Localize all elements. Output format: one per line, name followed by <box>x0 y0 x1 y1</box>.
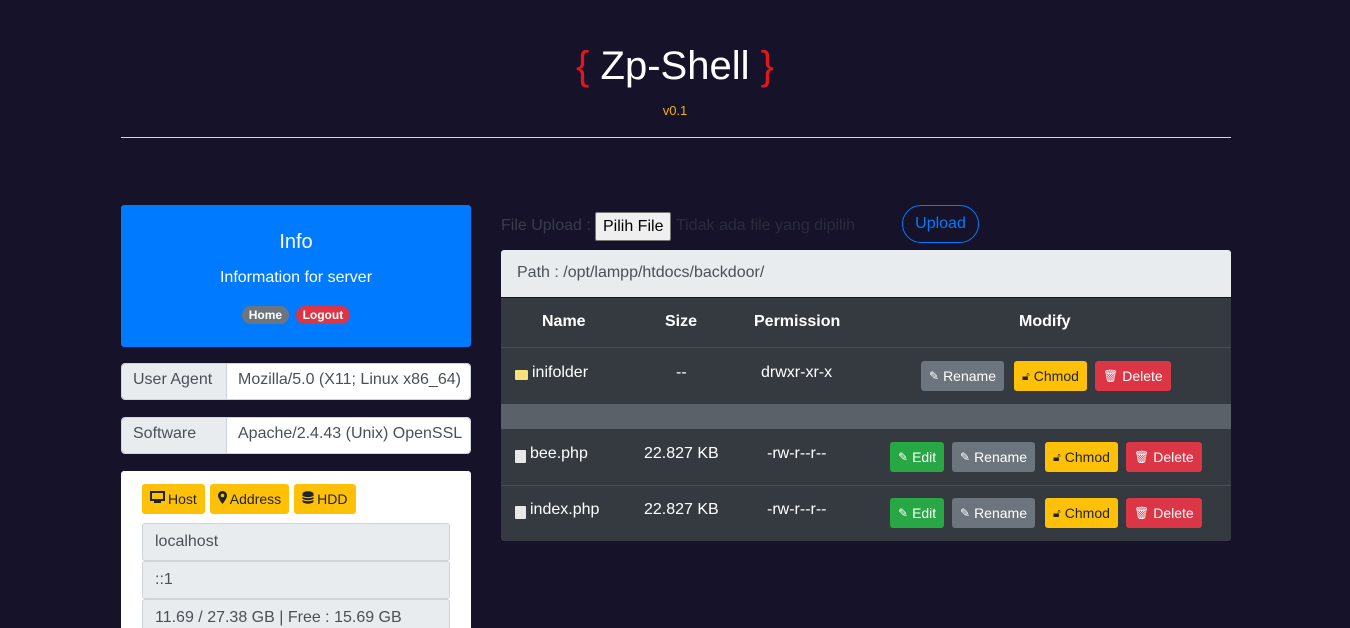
hdd-value: 11.69 / 27.38 GB | Free : 15.69 GB <box>142 599 450 628</box>
trash-icon: 🗑︎ <box>1103 369 1119 383</box>
edit-label: Edit <box>912 505 937 521</box>
address-button[interactable]: Address <box>209 484 290 514</box>
home-badge[interactable]: Home <box>241 306 290 324</box>
monitor-icon <box>150 491 165 507</box>
header-divider-line <box>501 347 1231 348</box>
unlock-icon: 🔓︎ <box>1053 505 1061 520</box>
unlock-icon: 🔓︎ <box>1022 368 1030 383</box>
delete-button[interactable]: 🗑︎ Delete <box>1126 498 1202 528</box>
system-card: Host Address HDD localhost ::1 11.69 / 2… <box>121 471 471 628</box>
table-row-name[interactable]: index.php <box>515 501 599 519</box>
chmod-label: Chmod <box>1064 449 1110 465</box>
user-agent-group: User Agent Mozilla/5.0 (X11; Linux x86_6… <box>121 363 471 400</box>
edit-label: Edit <box>912 449 937 465</box>
title-brace-open: { <box>576 44 590 88</box>
info-card: Info Information for server Home Logout <box>121 205 471 347</box>
software-group: Software Apache/2.4.43 (Unix) OpenSSL <box>121 417 471 454</box>
file-permission: -rw-r--r-- <box>767 501 827 518</box>
file-table: Name Size Permission Modify inifolder --… <box>501 298 1231 541</box>
path-bar: Path : /opt/lampp/htdocs/backdoor/ <box>501 250 1231 297</box>
row-divider-line <box>501 485 1231 486</box>
table-row-name[interactable]: inifolder <box>515 364 588 382</box>
rename-label: Rename <box>974 449 1027 465</box>
no-file-chosen-text: Tidak ada file yang dipilih <box>676 217 856 234</box>
software-label: Software <box>122 418 227 453</box>
file-permission: drwxr-xr-x <box>761 364 833 381</box>
delete-label: Delete <box>1153 449 1194 465</box>
folder-icon <box>515 370 528 380</box>
rename-button[interactable]: ✎ Rename <box>952 498 1035 528</box>
chmod-button[interactable]: 🔓︎ Chmod <box>1045 442 1118 472</box>
choose-file-button[interactable]: Pilih File <box>595 212 672 241</box>
hdd-button-label: HDD <box>317 491 348 507</box>
address-button-label: Address <box>229 491 282 507</box>
info-badges: Home Logout <box>121 306 471 324</box>
trash-icon: 🗑︎ <box>1134 450 1150 464</box>
column-header-permission: Permission <box>754 313 841 330</box>
file-icon <box>515 449 526 463</box>
column-header-size: Size <box>665 313 698 330</box>
file-permission: -rw-r--r-- <box>767 445 827 462</box>
edit-icon: ✎ <box>929 369 940 383</box>
title-text: Zp-Shell <box>600 44 750 88</box>
rename-label: Rename <box>974 505 1027 521</box>
edit-button[interactable]: ✎ Edit <box>890 442 945 472</box>
table-row-name[interactable]: bee.php <box>515 445 588 463</box>
file-size: 22.827 KB <box>644 445 719 462</box>
logout-badge[interactable]: Logout <box>295 306 351 324</box>
edit-icon: ✎ <box>960 506 971 520</box>
delete-button[interactable]: 🗑︎ Delete <box>1126 442 1202 472</box>
file-size: 22.827 KB <box>644 501 719 518</box>
version-label: v0.1 <box>662 103 688 118</box>
file-icon <box>515 505 526 519</box>
chmod-label: Chmod <box>1033 368 1079 384</box>
rename-button[interactable]: ✎ Rename <box>921 361 1004 391</box>
header-divider <box>121 137 1231 138</box>
file-name: inifolder <box>532 364 589 381</box>
pencil-icon: ✎ <box>898 506 909 520</box>
edit-button[interactable]: ✎ Edit <box>890 498 945 528</box>
delete-label: Delete <box>1153 505 1194 521</box>
file-size: -- <box>676 364 687 381</box>
rename-label: Rename <box>943 368 996 384</box>
column-header-name: Name <box>542 313 586 330</box>
upload-button[interactable]: Upload <box>902 205 979 243</box>
map-marker-icon <box>217 491 227 507</box>
column-header-modify: Modify <box>1019 313 1071 330</box>
chmod-button[interactable]: 🔓︎ Chmod <box>1045 498 1118 528</box>
title-brace-close: } <box>760 44 774 88</box>
pencil-icon: ✎ <box>898 450 909 464</box>
chmod-button[interactable]: 🔓︎ Chmod <box>1014 361 1087 391</box>
file-name: index.php <box>530 501 600 518</box>
user-agent-field[interactable]: Mozilla/5.0 (X11; Linux x86_64) <box>227 364 470 399</box>
host-button-label: Host <box>168 491 197 507</box>
chmod-label: Chmod <box>1064 505 1110 521</box>
file-upload-label: File Upload : <box>501 217 591 234</box>
row-separator <box>501 404 1231 429</box>
info-title: Info <box>279 231 313 253</box>
software-field[interactable]: Apache/2.4.43 (Unix) OpenSSL <box>227 418 470 453</box>
host-button[interactable]: Host <box>142 484 205 514</box>
edit-icon: ✎ <box>960 450 971 464</box>
delete-label: Delete <box>1122 368 1163 384</box>
info-subtitle: Information for server <box>219 269 373 286</box>
unlock-icon: 🔓︎ <box>1053 449 1061 464</box>
rename-button[interactable]: ✎ Rename <box>952 442 1035 472</box>
hdd-button[interactable]: HDD <box>294 484 356 514</box>
trash-icon: 🗑︎ <box>1134 506 1150 520</box>
host-value: localhost <box>142 523 450 561</box>
database-icon <box>302 491 314 507</box>
address-value: ::1 <box>142 561 450 599</box>
page-title: { Zp-Shell } <box>0 42 1350 90</box>
user-agent-label: User Agent <box>122 364 227 399</box>
system-buttons: Host Address HDD <box>142 484 356 514</box>
file-name: bee.php <box>530 445 588 462</box>
delete-button[interactable]: 🗑︎ Delete <box>1095 361 1171 391</box>
